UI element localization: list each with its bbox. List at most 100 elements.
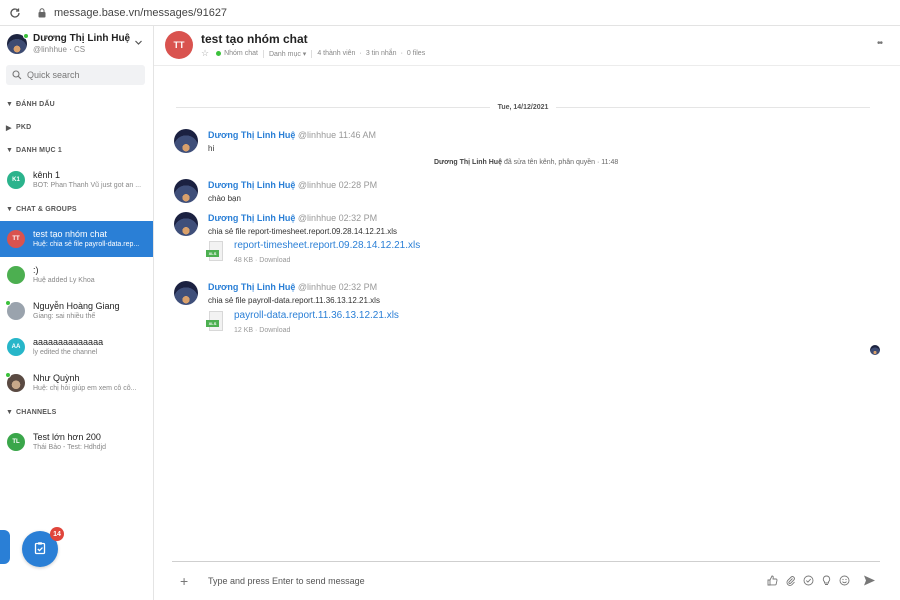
conversation-preview: Huệ added Ly Khoa	[33, 277, 95, 284]
chat-panel: TT test tạo nhóm chat ☆ Nhóm chat Danh m…	[154, 26, 900, 600]
send-icon[interactable]	[862, 573, 876, 587]
conversation-item[interactable]: :) Huệ added Ly Khoa	[0, 257, 153, 293]
conversation-item[interactable]: Như Quỳnh Huệ: chị hỏi giúp em xem cỗ cỗ…	[0, 365, 153, 401]
section-chat-groups[interactable]: ▼ CHAT & GROUPS	[0, 198, 153, 221]
caret-right-icon: ▶	[6, 124, 12, 132]
conversation-preview: Huệ: chia sẻ file payroll-data.rep...	[33, 241, 140, 248]
file-attachment[interactable]: XLS report-timesheet.report.09.28.14.12.…	[206, 239, 420, 267]
conversation-item[interactable]: K1 kênh 1 BOT: Phan Thanh Vũ just got an…	[0, 162, 153, 198]
file-meta[interactable]: 48 KB · Download	[234, 255, 420, 267]
message-time: 02:32 PM	[338, 282, 378, 292]
message-handle: @linhhue	[297, 180, 337, 190]
file-name-link[interactable]: payroll-data.report.11.36.13.12.21.xls	[234, 309, 399, 323]
lock-icon	[38, 7, 48, 19]
quick-search[interactable]	[6, 65, 145, 85]
reload-icon[interactable]	[8, 6, 22, 20]
conversation-name: aaaaaaaaaaaaaa	[33, 337, 104, 347]
online-indicator	[5, 372, 11, 378]
file-meta[interactable]: 12 KB · Download	[234, 325, 399, 337]
conversation-preview: ly edited the channel	[33, 349, 98, 356]
members-count[interactable]: 4 thành viên	[317, 50, 355, 57]
conversation-preview: BOT: Phan Thanh Vũ just got an ...	[33, 182, 142, 189]
message-handle: @linhhue	[297, 282, 337, 292]
message-time: 02:32 PM	[338, 213, 378, 223]
system-note: Dương Thị Linh Huệ đã sửa tên kênh, phân…	[434, 159, 619, 166]
message-handle: @linhhue	[297, 213, 337, 223]
messages-count[interactable]: 3 tin nhắn	[366, 50, 397, 57]
chat-header: TT test tạo nhóm chat ☆ Nhóm chat Danh m…	[154, 26, 900, 66]
search-icon	[12, 70, 22, 80]
divider	[262, 49, 264, 58]
conversation-name: kênh 1	[33, 170, 61, 180]
separator: ·	[400, 50, 403, 57]
avatar	[7, 33, 29, 54]
file-name-link[interactable]: report-timesheet.report.09.28.14.12.21.x…	[234, 239, 420, 253]
file-attachment[interactable]: XLS payroll-data.report.11.36.13.12.21.x…	[206, 309, 399, 337]
more-icon[interactable]: ••	[877, 38, 883, 49]
current-user[interactable]: Dương Thị Linh Huệ @linhhue · CS	[0, 29, 153, 59]
conversation-preview: Thái Bảo - Test: Hdhdjd	[33, 444, 107, 451]
conversation-item[interactable]: AA aaaaaaaaaaaaaa ly edited the channel	[0, 329, 153, 365]
caret-down-icon: ▾	[302, 50, 307, 58]
clipboard-check-icon	[33, 541, 47, 558]
check-circle-icon[interactable]	[802, 574, 814, 586]
avatar[interactable]	[174, 179, 198, 203]
message-composer: +	[172, 561, 880, 599]
section-starred[interactable]: ▼ ĐÁNH DẤU	[0, 93, 153, 116]
caret-down-icon: ▼	[6, 409, 14, 416]
tasks-button[interactable]: 14	[22, 527, 64, 567]
address-bar[interactable]: message.base.vn/messages/91627	[30, 2, 892, 23]
separator: ·	[359, 50, 362, 57]
avatar	[5, 300, 25, 320]
plus-icon[interactable]: +	[180, 574, 194, 588]
chat-meta: ☆ Nhóm chat Danh mục ▾ 4 thành viên · 3 …	[201, 48, 425, 59]
section-channels[interactable]: ▼ CHANNELS	[0, 401, 153, 424]
user-name: Dương Thị Linh Huệ	[33, 33, 131, 44]
avatar	[7, 266, 25, 284]
date-label: Tue, 14/12/2021	[497, 103, 549, 111]
message-input[interactable]	[208, 575, 568, 586]
avatar[interactable]	[174, 281, 198, 305]
online-indicator	[5, 300, 11, 306]
conversation-name: Nguyễn Hoàng Giang	[33, 301, 120, 311]
avatar	[5, 372, 25, 392]
thumbs-up-icon[interactable]	[766, 574, 778, 586]
status-dot	[216, 51, 222, 56]
message-author[interactable]: Dương Thị Linh Huệ	[208, 213, 295, 223]
sidebar: Dương Thị Linh Huệ @linhhue · CS ▼ĐÁNH D…	[0, 26, 154, 600]
caret-down-icon: ▼	[6, 147, 14, 154]
chevron-down-icon[interactable]	[134, 36, 143, 50]
message-text: chào bạn	[208, 194, 241, 203]
side-tab[interactable]	[0, 530, 10, 564]
avatar: K1	[7, 171, 25, 189]
conversation-name: Như Quỳnh	[33, 373, 80, 383]
page-title: test tạo nhóm chat	[201, 32, 308, 46]
emoji-icon[interactable]	[838, 574, 850, 586]
files-count[interactable]: 0 files	[407, 50, 425, 57]
paperclip-icon[interactable]	[784, 574, 796, 586]
lightbulb-icon[interactable]	[820, 574, 832, 586]
star-icon[interactable]: ☆	[201, 48, 209, 59]
message-author[interactable]: Dương Thị Linh Huệ	[208, 130, 295, 140]
read-receipt-avatar	[870, 345, 880, 355]
avatar[interactable]	[174, 129, 198, 153]
category-dropdown[interactable]: Danh mục ▾	[269, 50, 306, 58]
avatar[interactable]	[174, 212, 198, 236]
conversation-item-active[interactable]: TT test tạo nhóm chat Huệ: chia sẻ file …	[0, 221, 153, 257]
section-pkd[interactable]: ▶ PKD	[0, 116, 153, 139]
url-text[interactable]: message.base.vn/messages/91627	[54, 7, 227, 19]
message-handle: @linhhue	[297, 130, 337, 140]
caret-down-icon: ▼	[6, 206, 14, 213]
message-author[interactable]: Dương Thị Linh Huệ	[208, 180, 295, 190]
avatar: AA	[7, 338, 25, 356]
message-text: chia sẻ file report-timesheet.report.09.…	[208, 227, 397, 236]
message-author[interactable]: Dương Thị Linh Huệ	[208, 282, 295, 292]
online-indicator	[23, 33, 29, 39]
section-category1[interactable]: ▼ DANH MỤC 1	[0, 139, 153, 162]
search-input[interactable]	[27, 70, 137, 80]
conversation-item[interactable]: TL Test lớn hơn 200 Thái Bảo - Test: Hdh…	[0, 424, 153, 460]
conversation-item[interactable]: Nguyễn Hoàng Giang Giang: sai nhiều thế	[0, 293, 153, 329]
message-list: Tue, 14/12/2021 Dương Thị Linh Huệ @linh…	[154, 67, 900, 557]
conversation-name: test tạo nhóm chat	[33, 229, 108, 239]
composer-tools	[760, 573, 876, 587]
